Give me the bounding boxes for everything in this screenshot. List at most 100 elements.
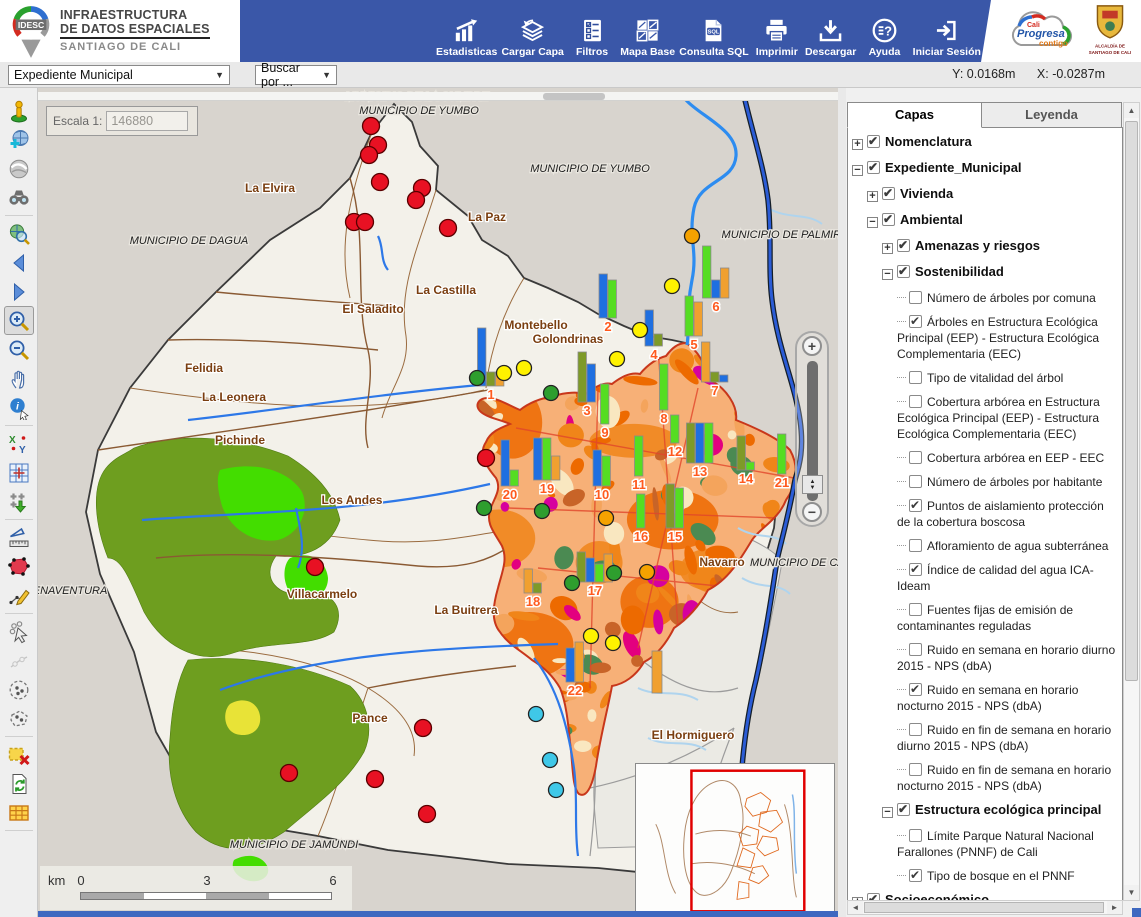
collapse-icon[interactable]: − (882, 807, 893, 818)
mapa-base-button[interactable]: Mapa Base (620, 6, 675, 58)
clear-selection-tool[interactable] (4, 740, 34, 769)
layer-group-expediente-municipal[interactable]: −Expediente_Municipal (850, 160, 1120, 176)
layer-group-amenazas-y-riesgos[interactable]: +Amenazas y riesgos (850, 238, 1120, 254)
zoom-full-extent-tool[interactable] (4, 219, 34, 248)
edit-vertices-tool[interactable] (4, 581, 34, 610)
layer-checkbox[interactable] (909, 869, 922, 882)
layer-checkbox[interactable] (909, 291, 922, 304)
layer-group-sostenibilidad[interactable]: −Sostenibilidad (850, 264, 1120, 280)
ayuda-button[interactable]: ?Ayuda (861, 6, 909, 58)
collapse-icon[interactable]: − (852, 165, 863, 176)
layer-checkbox[interactable] (897, 265, 910, 278)
zoom-in-button[interactable]: + (802, 336, 822, 356)
select-by-polygon-tool[interactable] (4, 704, 34, 733)
tab-capas[interactable]: Capas (847, 102, 982, 128)
scale-input[interactable] (106, 111, 188, 131)
layer-checkbox[interactable] (909, 315, 922, 328)
next-extent-tool[interactable] (4, 277, 34, 306)
layer-checkbox[interactable] (909, 475, 922, 488)
scroll-up-arrow[interactable]: ▲ (1124, 103, 1139, 118)
identify-tool[interactable]: i (4, 393, 34, 422)
pan-tool[interactable] (4, 364, 34, 393)
collapse-icon[interactable]: − (867, 217, 878, 228)
draw-polygon-tool[interactable] (4, 552, 34, 581)
scrollbar-thumb[interactable] (1125, 121, 1138, 681)
layer-checkbox[interactable] (909, 603, 922, 616)
panel-vertical-scrollbar[interactable]: ▲ ▼ (1123, 102, 1140, 901)
module-select[interactable]: Expediente Municipal ▼ (8, 65, 230, 85)
collapse-icon[interactable]: − (882, 269, 893, 280)
select-by-line-tool[interactable] (4, 646, 34, 675)
zoom-slider-handle[interactable]: ▲▼ (802, 475, 823, 494)
expand-icon[interactable]: + (882, 243, 893, 254)
previous-extent-tool[interactable] (4, 248, 34, 277)
layer-checkbox[interactable] (909, 563, 922, 576)
layer-checkbox[interactable] (909, 499, 922, 512)
add-features-tool[interactable] (4, 487, 34, 516)
consulta-sql-button[interactable]: SQLConsulta SQL (679, 6, 748, 58)
layer-item-ndice-de-calidad-del-agua-ica-ideam[interactable]: Índice de calidad del agua ICA-Ideam (850, 562, 1120, 594)
expand-icon[interactable]: + (852, 139, 863, 150)
layer-item-cobertura-arb-rea-en-estructura-ecol-gic[interactable]: Cobertura arbórea en Estructura Ecológic… (850, 394, 1120, 442)
layer-item-tipo-de-vitalidad-del-rbol[interactable]: Tipo de vitalidad del árbol (850, 370, 1120, 386)
go-to-coordinates-tool[interactable] (4, 458, 34, 487)
layer-item-l-mite-parque-natural-nacional-farallone[interactable]: Límite Parque Natural Nacional Farallone… (850, 828, 1120, 860)
layer-checkbox[interactable] (909, 539, 922, 552)
layer-item-afloramiento-de-agua-subterr-nea[interactable]: Afloramiento de agua subterránea (850, 538, 1120, 554)
scroll-down-arrow[interactable]: ▼ (1124, 885, 1139, 900)
layer-checkbox[interactable] (909, 683, 922, 696)
layer-checkbox[interactable] (909, 643, 922, 656)
attribute-table-tool[interactable] (4, 798, 34, 827)
layer-item-ruido-en-fin-de-semana-en-horario-noctur[interactable]: Ruido en fin de semana en horario noctur… (850, 762, 1120, 794)
scrollbar-thumb[interactable] (543, 93, 605, 100)
layer-checkbox[interactable] (897, 239, 910, 252)
tab-leyenda[interactable]: Leyenda (982, 102, 1122, 128)
layer-checkbox[interactable] (882, 213, 895, 226)
find-places-tool[interactable] (4, 183, 34, 212)
zoom-out-tool[interactable] (4, 335, 34, 364)
panel-horizontal-scrollbar[interactable]: ◄ ► (847, 900, 1123, 915)
layer-item-fuentes-fijas-de-emisi-n-de-contaminante[interactable]: Fuentes fijas de emisión de contaminante… (850, 602, 1120, 634)
layer-checkbox[interactable] (867, 135, 880, 148)
add-globe-tool[interactable] (4, 125, 34, 154)
select-by-circle-tool[interactable] (4, 675, 34, 704)
earth-view-tool[interactable] (4, 154, 34, 183)
layer-group-estructura-ecol-gica-principal[interactable]: −Estructura ecológica principal (850, 802, 1120, 818)
layer-checkbox[interactable] (882, 187, 895, 200)
layer-checkbox[interactable] (909, 829, 922, 842)
layer-item-ruido-en-semana-en-horario-diurno-2015-n[interactable]: Ruido en semana en horario diurno 2015 -… (850, 642, 1120, 674)
layer-checkbox[interactable] (867, 161, 880, 174)
overview-extent-rectangle[interactable] (691, 771, 804, 912)
layer-group-ambiental[interactable]: −Ambiental (850, 212, 1120, 228)
search-by-select[interactable]: Buscar por ... ▼ (255, 65, 337, 85)
scroll-right-arrow[interactable]: ► (1107, 901, 1122, 914)
layer-item-rboles-en-estructura-ecol-gica-principal[interactable]: Árboles en Estructura Ecológica Principa… (850, 314, 1120, 362)
estadisticas-button[interactable]: Estadisticas (436, 6, 497, 58)
layer-item-ruido-en-semana-en-horario-nocturno-2015[interactable]: Ruido en semana en horario nocturno 2015… (850, 682, 1120, 714)
layer-checkbox[interactable] (909, 371, 922, 384)
map-canvas[interactable]: MUNICIPIO DE LA CUMBREMUNICIPIO DE YUMBO… (38, 88, 838, 917)
layer-checkbox[interactable] (909, 763, 922, 776)
layer-item-n-mero-de-rboles-por-comuna[interactable]: Número de árboles por comuna (850, 290, 1120, 306)
filtros-button[interactable]: Filtros (568, 6, 616, 58)
zoom-in-tool[interactable] (4, 306, 34, 335)
scrollbar-thumb[interactable] (864, 902, 1104, 913)
layer-item-cobertura-arb-rea-en-eep-eec[interactable]: Cobertura arbórea en EEP - EEC (850, 450, 1120, 466)
layer-item-puntos-de-aislamiento-protecci-n-de-la-c[interactable]: Puntos de aislamiento protección de la c… (850, 498, 1120, 530)
imprimir-button[interactable]: Imprimir (753, 6, 801, 58)
iniciar-sesion-button[interactable]: Iniciar Sesión (913, 6, 981, 58)
layer-item-n-mero-de-rboles-por-habitante[interactable]: Número de árboles por habitante (850, 474, 1120, 490)
layer-item-tipo-de-bosque-en-el-pnnf[interactable]: Tipo de bosque en el PNNF (850, 868, 1120, 884)
cargar-capa-button[interactable]: Cargar Capa (501, 6, 563, 58)
street-view-tool[interactable] (4, 96, 34, 125)
layer-checkbox[interactable] (909, 723, 922, 736)
reload-layers-tool[interactable] (4, 769, 34, 798)
layer-group-nomenclatura[interactable]: +Nomenclatura (850, 134, 1120, 150)
expand-icon[interactable]: + (867, 191, 878, 202)
xy-coordinates-tool[interactable]: XY (4, 429, 34, 458)
layer-checkbox[interactable] (909, 451, 922, 464)
layer-checkbox[interactable] (909, 395, 922, 408)
scroll-left-arrow[interactable]: ◄ (848, 901, 863, 914)
map-horizontal-scrollbar[interactable] (38, 92, 838, 101)
layer-checkbox[interactable] (897, 803, 910, 816)
